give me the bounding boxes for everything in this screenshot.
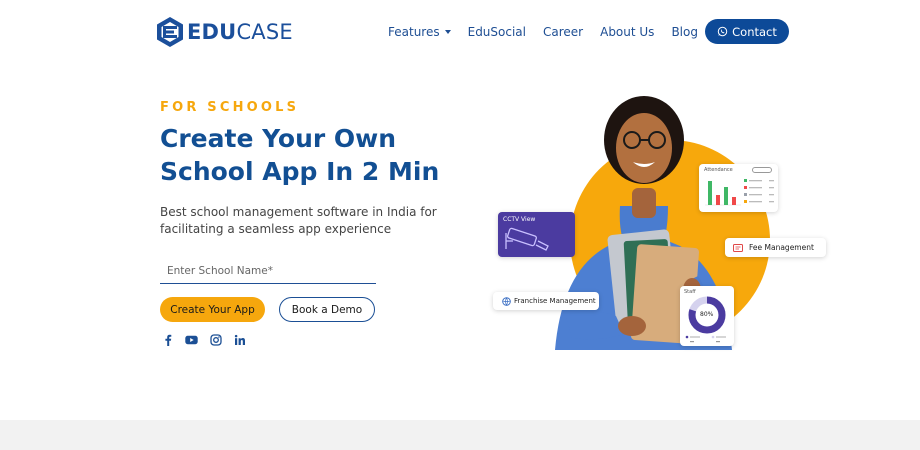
fee-management-card: Fee Management xyxy=(725,238,826,257)
nav-item-career-label: Career xyxy=(543,25,584,39)
cctv-view-card: CCTV View xyxy=(498,212,575,257)
next-section-band xyxy=(0,420,920,450)
contact-button-label: Contact xyxy=(732,24,777,39)
franchise-icon xyxy=(502,296,511,306)
staff-percent-label: 80% xyxy=(700,311,714,318)
franchise-management-card: Franchise Management xyxy=(493,292,599,310)
hero-title-line-2: School App In 2 Min xyxy=(160,157,440,186)
cctv-view-label: CCTV View xyxy=(503,216,536,223)
attendance-bar-chart xyxy=(705,181,741,206)
attendance-period-pill xyxy=(752,167,772,173)
contact-button[interactable]: Contact xyxy=(705,19,789,44)
hero-title: Create Your Own School App In 2 Min xyxy=(160,122,460,188)
whatsapp-icon xyxy=(717,26,728,37)
site-header: EDUCASE Features EduSocial Career About … xyxy=(0,0,920,62)
fee-management-label: Fee Management xyxy=(749,243,814,252)
landing-page: EDUCASE Features EduSocial Career About … xyxy=(0,0,920,450)
receipt-icon xyxy=(733,243,743,252)
main-nav: Features EduSocial Career About Us Blog xyxy=(388,20,715,44)
attendance-legend xyxy=(744,179,774,203)
logo-wordmark: EDUCASE xyxy=(187,16,293,48)
social-links xyxy=(161,333,257,347)
nav-item-blog[interactable]: Blog xyxy=(671,25,698,39)
linkedin-icon[interactable] xyxy=(233,333,246,347)
staff-legend xyxy=(685,335,726,343)
staff-card: Staff 80% xyxy=(680,286,734,346)
nav-item-blog-label: Blog xyxy=(671,25,698,39)
nav-item-features-label: Features xyxy=(388,25,440,39)
create-your-app-button[interactable]: Create Your App xyxy=(160,297,265,322)
hero-title-line-1: Create Your Own xyxy=(160,124,397,153)
chevron-down-icon xyxy=(444,30,451,34)
logo-wordmark-edu: EDU xyxy=(187,20,237,44)
hero-subtitle: Best school management software in India… xyxy=(160,205,437,236)
educase-logo-mark-icon xyxy=(157,17,183,47)
nav-item-features[interactable]: Features xyxy=(388,25,451,39)
youtube-icon[interactable] xyxy=(185,333,198,347)
nav-item-edusocial-label: EduSocial xyxy=(467,25,526,39)
attendance-card-title: Attendance xyxy=(704,167,733,173)
nav-item-about-us[interactable]: About Us xyxy=(600,25,654,39)
cctv-camera-icon xyxy=(505,227,549,251)
nav-item-edusocial[interactable]: EduSocial xyxy=(468,25,526,39)
school-name-field-wrapper xyxy=(160,258,376,284)
attendance-card: Attendance xyxy=(699,164,778,212)
nav-item-career[interactable]: Career xyxy=(543,25,583,39)
hero-eyebrow: FOR SCHOOLS xyxy=(160,100,300,115)
franchise-management-label: Franchise Management xyxy=(514,297,596,305)
book-a-demo-button[interactable]: Book a Demo xyxy=(279,297,375,322)
nav-item-about-us-label: About Us xyxy=(600,25,655,39)
instagram-icon[interactable] xyxy=(209,333,222,347)
facebook-icon[interactable] xyxy=(161,333,174,347)
hero-illustration: CCTV View Attendance Fee Management Fran… xyxy=(480,90,840,360)
educase-logo[interactable]: EDUCASE xyxy=(155,16,293,48)
school-name-input[interactable] xyxy=(160,258,376,283)
logo-wordmark-case: CASE xyxy=(236,20,293,44)
